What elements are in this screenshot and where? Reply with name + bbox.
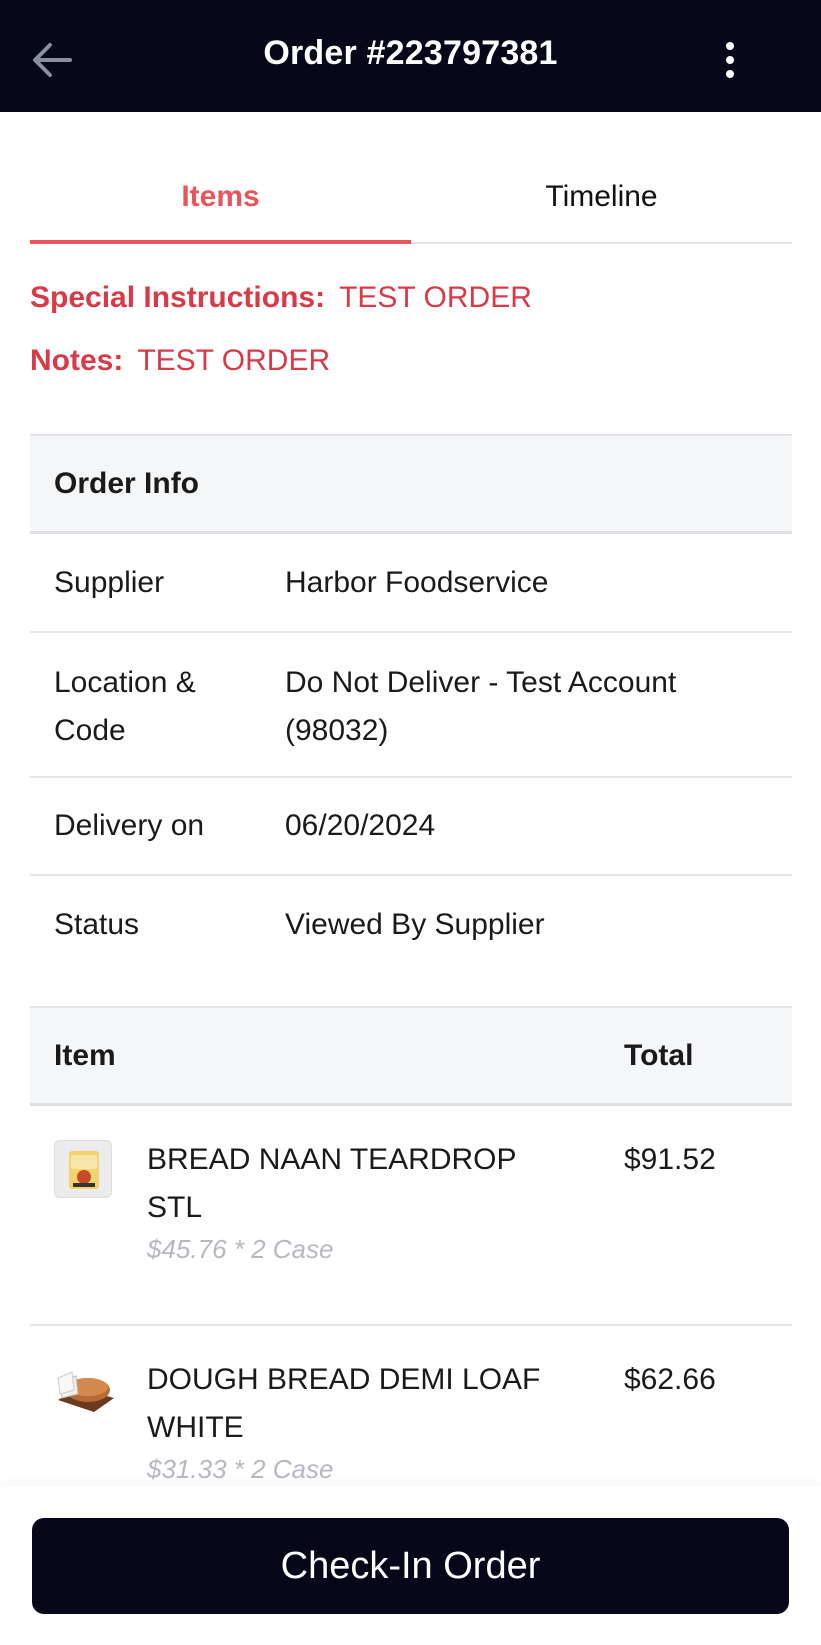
order-info-row-supplier: Supplier Harbor Foodservice <box>30 534 792 633</box>
tab-items[interactable]: Items <box>30 160 411 244</box>
row-label: Status <box>54 908 140 941</box>
more-options-button[interactable] <box>700 30 760 90</box>
order-info-heading: Order Info <box>30 434 792 534</box>
bottom-action-bar: Check-In Order <box>0 1486 821 1645</box>
tab-timeline[interactable]: Timeline <box>411 160 792 242</box>
special-instructions-value: TEST ORDER <box>339 281 532 314</box>
row-label: Delivery on <box>54 809 205 842</box>
row-value: 06/20/2024 <box>285 809 436 842</box>
page-title: Order #223797381 <box>263 34 558 72</box>
notes-label: Notes: <box>30 344 124 377</box>
item-total: $91.52 <box>624 1143 716 1176</box>
order-info-row-status: Status Viewed By Supplier <box>30 876 792 974</box>
special-instructions-label: Special Instructions: <box>30 281 326 314</box>
item-unit-price: $45.76 * 2 Case <box>147 1234 334 1264</box>
item-unit-price: $31.33 * 2 Case <box>147 1454 334 1484</box>
product-thumbnail <box>54 1360 114 1418</box>
notes: Notes: TEST ORDER <box>30 344 330 378</box>
order-info-row-delivery: Delivery on 06/20/2024 <box>30 778 792 876</box>
item-name: DOUGH BREAD DEMI LOAF WHITE <box>147 1363 541 1444</box>
item-total: $62.66 <box>624 1363 716 1396</box>
check-in-order-button[interactable]: Check-In Order <box>32 1518 789 1614</box>
notes-value: TEST ORDER <box>137 344 331 377</box>
items-table-header: Item Total <box>30 1006 792 1106</box>
row-label: Location & Code <box>54 666 196 747</box>
order-info-row-location: Location & Code Do Not Deliver - Test Ac… <box>30 633 792 778</box>
top-app-bar: Order #223797381 <box>0 0 821 112</box>
row-value: Harbor Foodservice <box>285 565 549 599</box>
tab-bar: Items Timeline <box>30 160 792 244</box>
column-header-item: Item <box>54 1038 116 1072</box>
row-value: Viewed By Supplier <box>285 908 545 941</box>
list-item[interactable]: BREAD NAAN TEARDROP STL $45.76 * 2 Case … <box>30 1106 792 1326</box>
special-instructions: Special Instructions: TEST ORDER <box>30 281 532 315</box>
column-header-total: Total <box>624 1038 694 1072</box>
row-value: Do Not Deliver - Test Account (98032) <box>285 666 677 747</box>
item-name: BREAD NAAN TEARDROP STL <box>147 1143 516 1224</box>
items-table: Item Total BREAD NAAN TEARDROP STL $45.7… <box>30 1006 792 1546</box>
more-vertical-icon <box>726 42 734 78</box>
product-thumbnail <box>54 1140 112 1198</box>
row-label: Supplier <box>54 565 165 599</box>
order-info-table: Order Info Supplier Harbor Foodservice L… <box>30 434 792 974</box>
